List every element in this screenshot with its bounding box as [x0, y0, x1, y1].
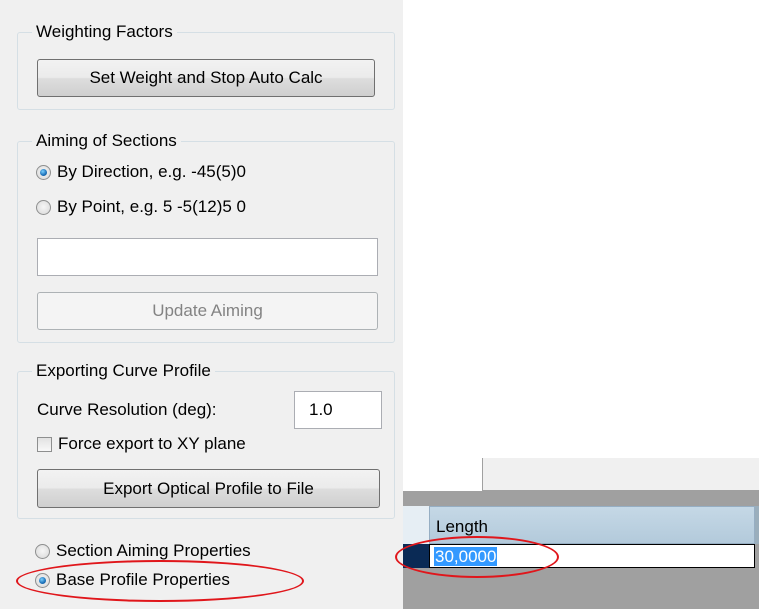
- base-profile-properties-label: Base Profile Properties: [56, 570, 230, 589]
- aiming-input[interactable]: [38, 239, 377, 275]
- tab[interactable]: [403, 458, 483, 492]
- aiming-of-sections-group: Aiming of Sections By Direction, e.g. -4…: [17, 129, 395, 343]
- curve-resolution-box[interactable]: [294, 391, 382, 429]
- properties-panel: Weighting Factors Set Weight and Stop Au…: [0, 0, 403, 609]
- section-aiming-properties-radio-row[interactable]: Section Aiming Properties: [35, 541, 251, 561]
- row-header-corner: [403, 506, 429, 544]
- update-aiming-button[interactable]: Update Aiming: [37, 292, 378, 330]
- by-point-radio[interactable]: [36, 199, 51, 215]
- section-aiming-properties-radio[interactable]: [35, 543, 50, 559]
- curve-resolution-label: Curve Resolution (deg):: [37, 400, 217, 419]
- column-header-edge: [755, 506, 759, 544]
- export-optical-profile-button-label: Export Optical Profile to File: [103, 478, 314, 498]
- exporting-curve-profile-title: Exporting Curve Profile: [32, 359, 215, 383]
- force-xy-checkbox-row[interactable]: Force export to XY plane: [37, 434, 246, 454]
- property-grid-fragment: Length 30,0000: [395, 458, 759, 609]
- by-direction-radio-row[interactable]: By Direction, e.g. -45(5)0: [36, 162, 246, 182]
- base-profile-properties-radio-row[interactable]: Base Profile Properties: [35, 570, 230, 590]
- length-cell-value[interactable]: 30,0000: [434, 547, 498, 566]
- force-xy-label: Force export to XY plane: [58, 434, 246, 453]
- weighting-factors-title: Weighting Factors: [32, 20, 177, 44]
- export-optical-profile-button[interactable]: Export Optical Profile to File: [37, 469, 380, 508]
- curve-resolution-input[interactable]: [295, 392, 381, 428]
- set-weight-button-label: Set Weight and Stop Auto Calc: [89, 68, 323, 87]
- weighting-factors-group: Weighting Factors Set Weight and Stop Au…: [17, 20, 395, 110]
- by-point-radio-row[interactable]: By Point, e.g. 5 -5(12)5 0: [36, 197, 246, 217]
- by-direction-radio[interactable]: [36, 164, 51, 180]
- exporting-curve-profile-group: Exporting Curve Profile Curve Resolution…: [17, 359, 395, 519]
- row-header-selected[interactable]: [403, 544, 429, 568]
- aiming-input-box[interactable]: [37, 238, 378, 276]
- base-profile-properties-radio[interactable]: [35, 572, 50, 588]
- set-weight-button[interactable]: Set Weight and Stop Auto Calc: [37, 59, 375, 97]
- by-point-label: By Point, e.g. 5 -5(12)5 0: [57, 197, 246, 216]
- aiming-of-sections-title: Aiming of Sections: [32, 129, 181, 153]
- update-aiming-button-label: Update Aiming: [152, 301, 263, 320]
- section-aiming-properties-label: Section Aiming Properties: [56, 541, 251, 560]
- force-xy-checkbox[interactable]: [37, 436, 52, 452]
- length-cell[interactable]: 30,0000: [429, 544, 755, 568]
- column-header-length[interactable]: Length: [429, 506, 755, 544]
- by-direction-label: By Direction, e.g. -45(5)0: [57, 162, 246, 181]
- column-header-label: Length: [436, 517, 488, 536]
